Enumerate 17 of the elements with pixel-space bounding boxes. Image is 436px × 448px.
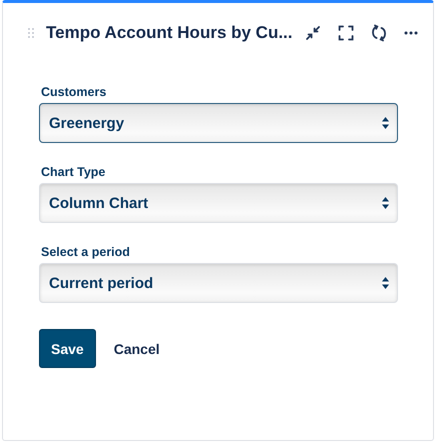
up-down-caret-icon: [382, 277, 389, 289]
dropdown-select[interactable]: Greenergy: [39, 103, 398, 143]
refresh-icon[interactable]: [370, 24, 387, 42]
field-label: Customers: [41, 85, 108, 99]
save-button[interactable]: Save: [39, 329, 96, 368]
up-down-caret-icon: [382, 197, 389, 209]
field-label: Select a period: [41, 245, 131, 259]
drag-handle-icon[interactable]: [28, 28, 34, 38]
field-label: Chart Type: [41, 165, 106, 179]
minimize-icon[interactable]: [304, 25, 321, 41]
gadget-title: Tempo Account Hours by Cu...: [46, 22, 293, 44]
dropdown-select[interactable]: Current period: [39, 263, 398, 303]
cancel-button[interactable]: Cancel: [104, 329, 170, 368]
more-icon[interactable]: [404, 31, 418, 35]
up-down-caret-icon: [382, 117, 389, 129]
dropdown-select[interactable]: Column Chart: [39, 183, 398, 223]
fullscreen-icon[interactable]: [338, 25, 354, 41]
